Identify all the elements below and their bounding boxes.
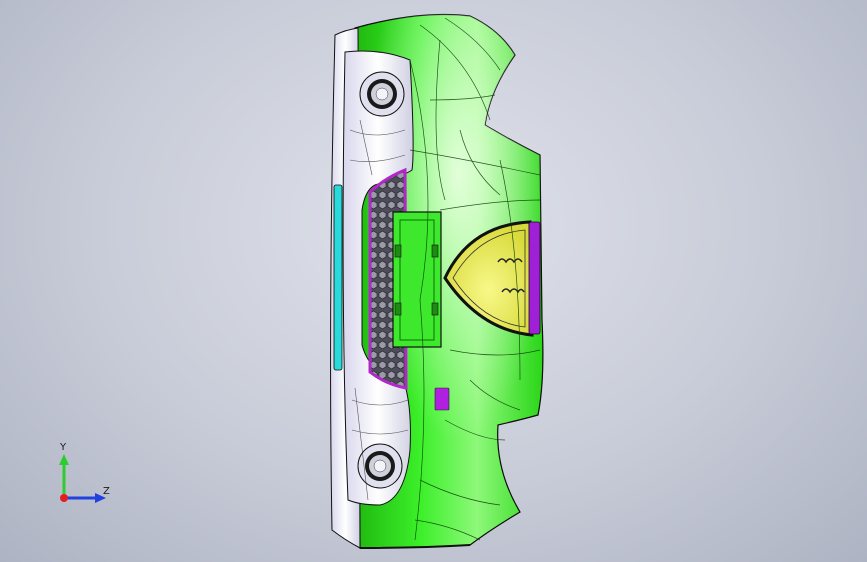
- z-axis-label: Z: [103, 486, 110, 497]
- bumper-model[interactable]: [0, 0, 867, 562]
- fog-lamp-bottom: [357, 443, 403, 489]
- fog-lamp-top: [359, 71, 405, 117]
- x-axis-dot: [60, 494, 68, 502]
- cyan-strip: [333, 184, 343, 371]
- sensor-tab: [434, 387, 450, 411]
- graphics-viewport[interactable]: Y Z: [0, 0, 867, 562]
- license-plate-bracket: [392, 211, 442, 348]
- y-axis-arrowhead: [59, 454, 69, 465]
- side-accent: [528, 221, 541, 335]
- y-axis-label: Y: [60, 442, 67, 453]
